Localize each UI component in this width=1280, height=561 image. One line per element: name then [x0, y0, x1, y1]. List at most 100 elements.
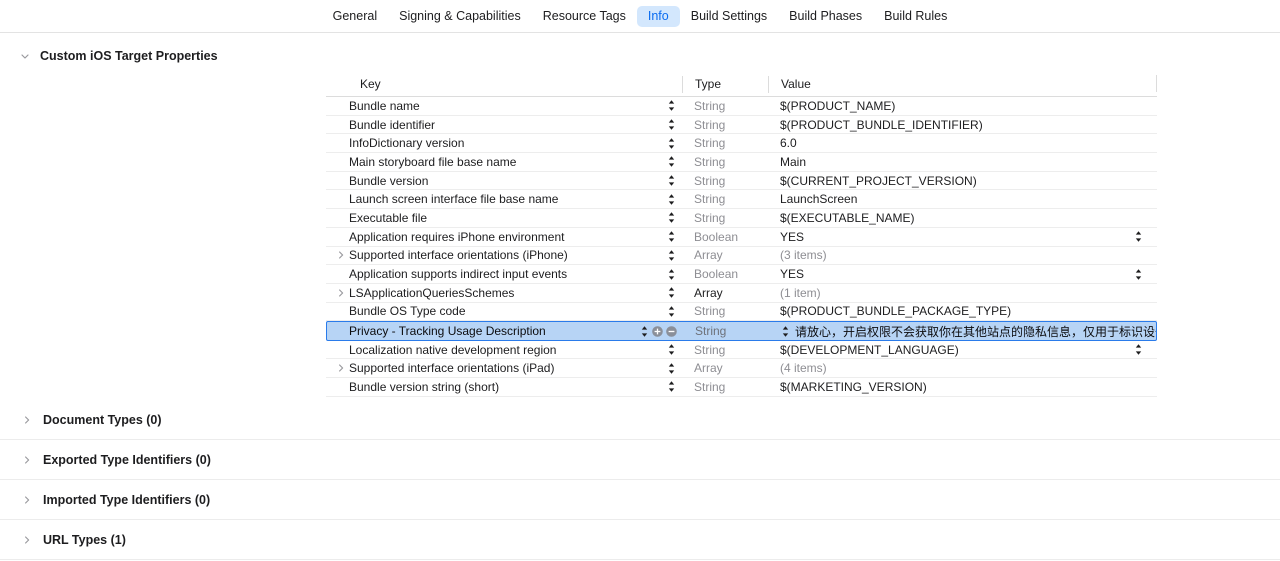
key-type-stepper-icon[interactable]	[667, 286, 676, 299]
cell-value[interactable]: $(PRODUCT_BUNDLE_IDENTIFIER)	[768, 116, 1157, 134]
cell-value[interactable]: $(PRODUCT_BUNDLE_PACKAGE_TYPE)	[768, 303, 1157, 321]
table-row[interactable]: Main storyboard file base name String Main	[326, 153, 1157, 172]
cell-key[interactable]: Bundle OS Type code	[326, 303, 682, 321]
chevron-right-icon[interactable]	[334, 250, 347, 260]
chevron-right-icon[interactable]	[334, 288, 347, 298]
cell-value[interactable]: $(DEVELOPMENT_LANGUAGE)	[768, 341, 1157, 359]
table-row[interactable]: Supported interface orientations (iPhone…	[326, 247, 1157, 266]
cell-type[interactable]: Array	[682, 284, 768, 302]
tab-general[interactable]: General	[322, 6, 388, 27]
tab-resource-tags[interactable]: Resource Tags	[532, 6, 637, 27]
cell-value[interactable]: (1 item)	[768, 284, 1157, 302]
cell-value[interactable]: YES	[768, 265, 1157, 283]
cell-key[interactable]: Application requires iPhone environment	[326, 228, 682, 246]
tab-build-settings[interactable]: Build Settings	[680, 6, 778, 27]
cell-type[interactable]: String	[682, 341, 768, 359]
column-header-value[interactable]: Value	[768, 75, 1157, 93]
value-end-stepper-icon[interactable]	[1134, 341, 1143, 359]
column-header-key[interactable]: Key	[326, 75, 682, 93]
cell-value[interactable]: (4 items)	[768, 359, 1157, 377]
cell-value[interactable]: $(EXECUTABLE_NAME)	[768, 209, 1157, 227]
section-header-exported-type-identifiers-0[interactable]: Exported Type Identifiers (0)	[0, 440, 1280, 480]
table-row[interactable]: Bundle version string (short) String $(MAR…	[326, 378, 1157, 397]
cell-type[interactable]: Boolean	[682, 228, 768, 246]
cell-key[interactable]: Executable file	[326, 209, 682, 227]
cell-value[interactable]: 6.0	[768, 134, 1157, 152]
add-row-button[interactable]	[652, 325, 663, 337]
cell-value[interactable]: (3 items)	[768, 247, 1157, 265]
table-row[interactable]: Bundle version String $(CURRENT_PROJECT_VE…	[326, 172, 1157, 191]
tab-info[interactable]: Info	[636, 5, 680, 27]
key-type-stepper-icon[interactable]	[667, 230, 676, 243]
cell-key[interactable]: Application supports indirect input even…	[326, 265, 682, 283]
table-row[interactable]: Launch screen interface file base name St…	[326, 190, 1157, 210]
cell-type[interactable]: String	[682, 209, 768, 227]
cell-key[interactable]: Main storyboard file base name	[326, 153, 682, 171]
chevron-right-icon[interactable]	[22, 415, 32, 425]
table-row[interactable]: Application supports indirect input even…	[326, 265, 1157, 284]
cell-type[interactable]: String	[682, 134, 768, 152]
cell-type[interactable]: String	[682, 378, 768, 396]
cell-key[interactable]: LSApplicationQueriesSchemes	[326, 284, 682, 302]
key-type-stepper-icon[interactable]	[667, 211, 676, 224]
cell-type[interactable]: Array	[682, 359, 768, 377]
cell-value[interactable]: 请放心，开启权限不会获取你在其他站点的隐私信息，仅用于标识设备并	[769, 322, 1156, 340]
section-header-url-types-1[interactable]: URL Types (1)	[0, 520, 1280, 560]
cell-type[interactable]: String	[682, 116, 768, 134]
cell-key[interactable]: InfoDictionary version	[326, 134, 682, 152]
cell-key[interactable]: Supported interface orientations (iPhone…	[326, 247, 682, 265]
table-row[interactable]: Bundle name String $(PRODUCT_NAME)	[326, 97, 1157, 116]
cell-type[interactable]: Array	[682, 247, 768, 265]
tab-build-phases[interactable]: Build Phases	[778, 6, 873, 27]
cell-value[interactable]: $(PRODUCT_NAME)	[768, 97, 1157, 115]
key-type-stepper-icon[interactable]	[667, 249, 676, 262]
cell-value[interactable]: $(CURRENT_PROJECT_VERSION)	[768, 172, 1157, 190]
key-type-stepper-icon[interactable]	[667, 362, 676, 375]
chevron-right-icon[interactable]	[334, 363, 347, 373]
value-end-stepper-icon[interactable]	[1134, 265, 1143, 283]
cell-key[interactable]: Localization native development region	[326, 341, 682, 359]
cell-value[interactable]: Main	[768, 153, 1157, 171]
table-row[interactable]: Bundle OS Type code String $(PRODUCT_BUNDL…	[326, 303, 1157, 322]
key-type-stepper-icon[interactable]	[667, 305, 676, 318]
chevron-right-icon[interactable]	[22, 535, 32, 545]
value-stepper-icon[interactable]	[781, 325, 790, 338]
tab-build-rules[interactable]: Build Rules	[873, 6, 958, 27]
chevron-right-icon[interactable]	[22, 455, 32, 465]
key-type-stepper-icon[interactable]	[667, 99, 676, 112]
key-type-stepper-icon[interactable]	[667, 193, 676, 206]
cell-type[interactable]: String	[683, 322, 769, 340]
value-end-stepper-icon[interactable]	[1134, 228, 1143, 246]
key-type-stepper-icon[interactable]	[667, 174, 676, 187]
tab-signing-capabilities[interactable]: Signing & Capabilities	[388, 6, 532, 27]
cell-type[interactable]: String	[682, 190, 768, 208]
cell-key[interactable]: Privacy - Tracking Usage Description	[327, 322, 683, 340]
key-type-stepper-icon[interactable]	[667, 343, 676, 356]
table-row[interactable]: Localization native development region St…	[326, 341, 1157, 360]
key-type-stepper-icon[interactable]	[667, 155, 676, 168]
cell-type[interactable]: String	[682, 97, 768, 115]
key-type-stepper-icon[interactable]	[667, 380, 676, 393]
cell-key[interactable]: Supported interface orientations (iPad)	[326, 359, 682, 377]
cell-type[interactable]: Boolean	[682, 265, 768, 283]
cell-key[interactable]: Bundle version	[326, 172, 682, 190]
cell-value[interactable]: $(MARKETING_VERSION)	[768, 378, 1157, 396]
cell-key[interactable]: Launch screen interface file base name	[326, 190, 682, 208]
table-row[interactable]: Application requires iPhone environment B…	[326, 228, 1157, 247]
remove-row-button[interactable]	[666, 325, 677, 337]
section-header-custom-ios-target-properties[interactable]: Custom iOS Target Properties	[0, 43, 1280, 69]
cell-key[interactable]: Bundle identifier	[326, 116, 682, 134]
key-type-stepper-icon[interactable]	[667, 268, 676, 281]
cell-key[interactable]: Bundle version string (short)	[326, 378, 682, 396]
cell-type[interactable]: String	[682, 172, 768, 190]
cell-value[interactable]: YES	[768, 228, 1157, 246]
table-row[interactable]: Privacy - Tracking Usage Description Stri…	[326, 321, 1157, 341]
cell-type[interactable]: String	[682, 303, 768, 321]
column-header-type[interactable]: Type	[682, 75, 768, 93]
cell-type[interactable]: String	[682, 153, 768, 171]
chevron-down-icon[interactable]	[20, 51, 30, 61]
section-header-document-types-0[interactable]: Document Types (0)	[0, 400, 1280, 440]
table-row[interactable]: Executable file String $(EXECUTABLE_NAME)	[326, 209, 1157, 228]
key-type-stepper-icon[interactable]	[667, 118, 676, 131]
key-type-stepper-icon[interactable]	[640, 325, 649, 338]
